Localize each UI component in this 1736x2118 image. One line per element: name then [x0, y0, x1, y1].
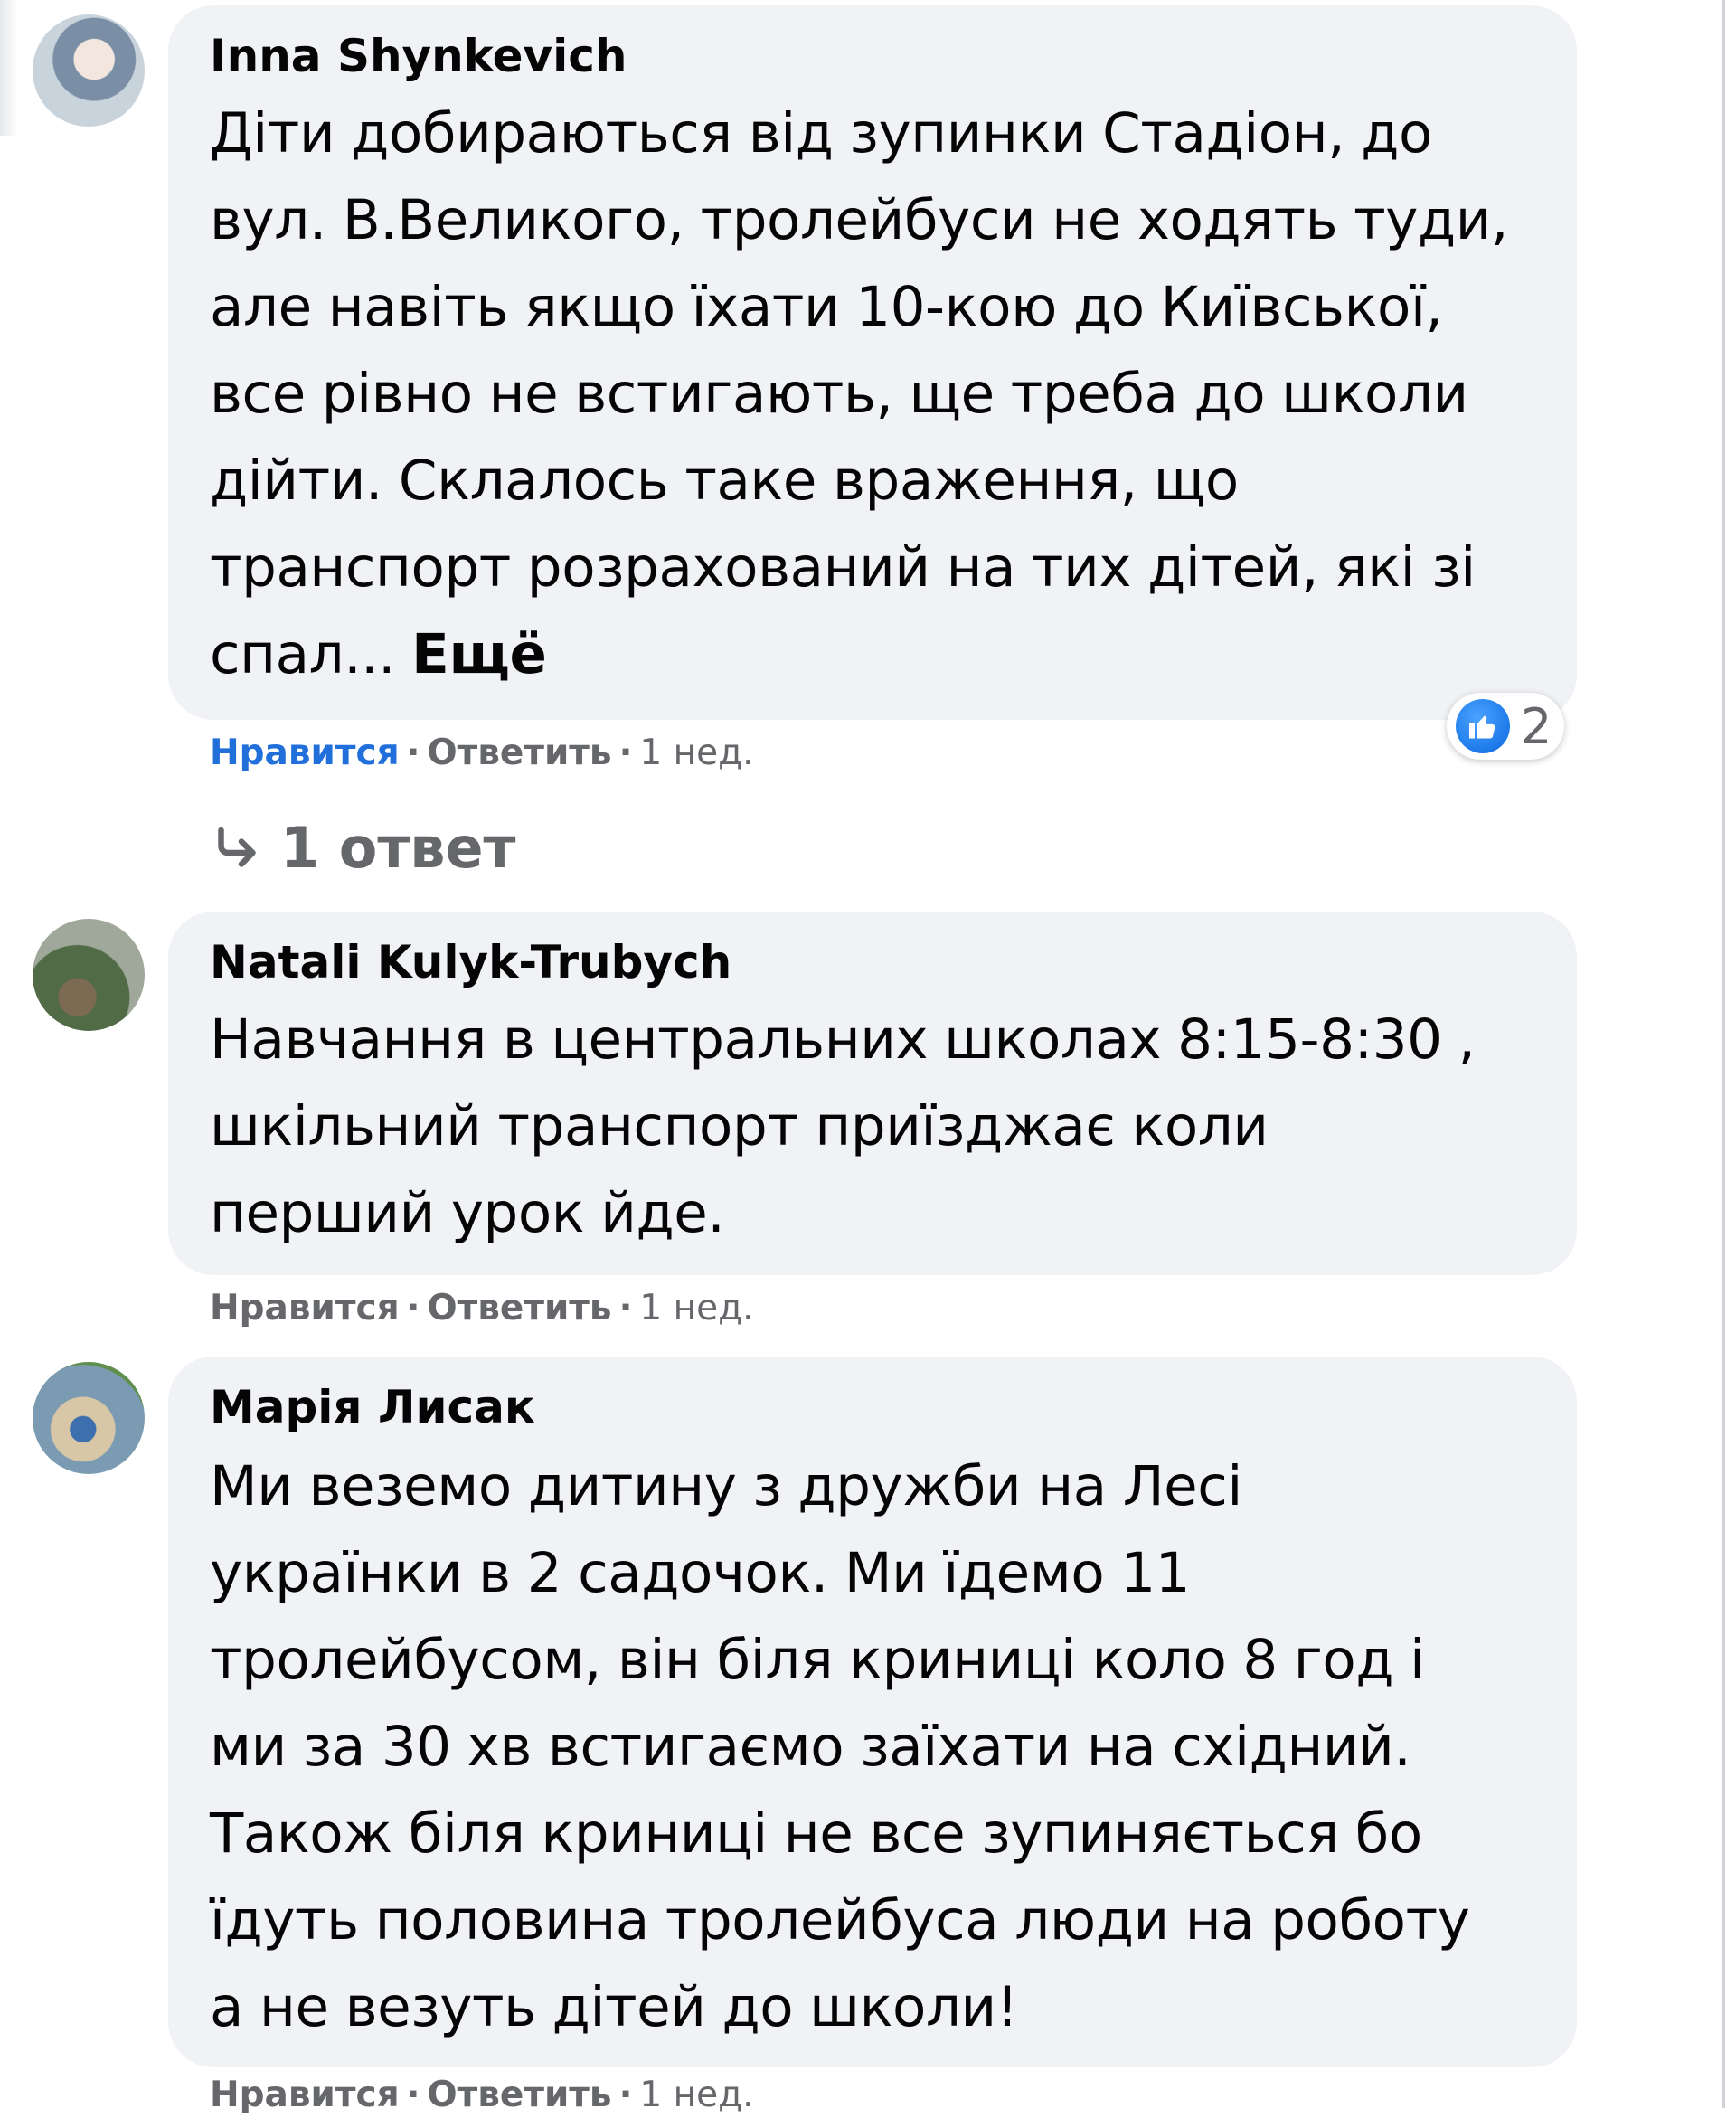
- reply-button[interactable]: Ответить: [427, 733, 611, 773]
- comment-line: а не везуть дітей до школи!: [210, 1975, 1018, 2039]
- comment-text: Діти добираються від зупинки Стадіон, до…: [210, 90, 1535, 698]
- comment-text: Навчання в центральних школах 8:15-8:30 …: [210, 997, 1535, 1257]
- scrollbar-track[interactable]: [1722, 0, 1725, 2108]
- see-more-link[interactable]: Ещё: [411, 622, 547, 686]
- like-icon: [1456, 699, 1510, 753]
- like-button[interactable]: Нравится: [210, 1288, 400, 1328]
- comment-line: Ми веземо дитину з дружби на Лесі: [210, 1454, 1242, 1518]
- comment-line: все рівно не встигають, ще треба до школ…: [210, 362, 1468, 426]
- comment-text: Ми веземо дитину з дружби на Лесі україн…: [210, 1443, 1535, 2051]
- comment-line: українки в 2 садочок. Ми їдемо 11: [210, 1541, 1191, 1605]
- comment-line: шкільний транспорт приїзджає коли: [210, 1094, 1269, 1158]
- comment-line: але навіть якщо їхати 10-кою до Київсько…: [210, 275, 1443, 339]
- comment-author[interactable]: Inna Shynkevich: [210, 27, 1535, 85]
- avatar[interactable]: [33, 1362, 145, 1474]
- comment-line: тролейбусом, він біля криниці коло 8 год…: [210, 1628, 1425, 1692]
- comment-line: їдуть половина тролейбуса люди на роботу: [210, 1888, 1470, 1953]
- separator-dot: ·: [406, 733, 420, 773]
- comment-bubble: Inna Shynkevich Діти добираються від зуп…: [168, 5, 1577, 720]
- comment-bubble: Марія Лисак Ми веземо дитину з дружби на…: [168, 1357, 1577, 2067]
- comment-actions: Нравится · Ответить · 1 нед.: [210, 1286, 753, 1331]
- reply-button[interactable]: Ответить: [427, 2075, 611, 2115]
- reply-button[interactable]: Ответить: [427, 1288, 611, 1328]
- comment-author[interactable]: Марія Лисак: [210, 1378, 1535, 1436]
- reply-arrow-icon: [218, 827, 256, 867]
- comment-line: Навчання в центральних школах 8:15-8:30 …: [210, 1007, 1476, 1072]
- comment-line: перший урок йде.: [210, 1181, 725, 1245]
- comment-truncated-text: спал...: [210, 622, 396, 686]
- comment-actions: Нравится · Ответить · 1 нед.: [210, 2073, 753, 2118]
- separator-dot: ·: [618, 1288, 633, 1328]
- reaction-count: 2: [1521, 697, 1552, 755]
- reaction-summary[interactable]: 2: [1447, 693, 1564, 760]
- comment-line: вул. В.Великого, тролейбуси не ходять ту…: [210, 188, 1509, 252]
- comment-bubble: Natali Kulyk-Trubych Навчання в централь…: [168, 912, 1577, 1275]
- comment-timestamp[interactable]: 1 нед.: [639, 1288, 753, 1328]
- window-edge: [0, 0, 18, 136]
- view-replies-link[interactable]: 1 ответ: [210, 812, 515, 884]
- comment-author[interactable]: Natali Kulyk-Trubych: [210, 933, 1535, 991]
- like-button[interactable]: Нравится: [210, 2075, 400, 2115]
- comment-line: ми за 30 хв встигаємо заїхати на східний…: [210, 1715, 1411, 1779]
- separator-dot: ·: [618, 733, 633, 773]
- comment-line: Також біля криниці не все зупиняється бо: [210, 1801, 1422, 1866]
- like-button[interactable]: Нравится: [210, 733, 400, 773]
- separator-dot: ·: [406, 2075, 420, 2115]
- replies-count-label: 1 ответ: [280, 815, 516, 881]
- avatar[interactable]: [33, 14, 145, 127]
- comment-line: Діти добираються від зупинки Стадіон, до: [210, 101, 1432, 165]
- avatar[interactable]: [33, 919, 145, 1031]
- comment-line: транспорт розрахований на тих дітей, які…: [210, 535, 1476, 600]
- separator-dot: ·: [618, 2075, 633, 2115]
- comment-timestamp[interactable]: 1 нед.: [639, 733, 753, 773]
- separator-dot: ·: [406, 1288, 420, 1328]
- comment-line-truncated: спал... Ещё: [210, 611, 1535, 698]
- comment-timestamp[interactable]: 1 нед.: [639, 2075, 753, 2115]
- comment-line: дійти. Склалось таке враження, що: [210, 449, 1239, 513]
- comment-actions: Нравится · Ответить · 1 нед.: [210, 731, 753, 776]
